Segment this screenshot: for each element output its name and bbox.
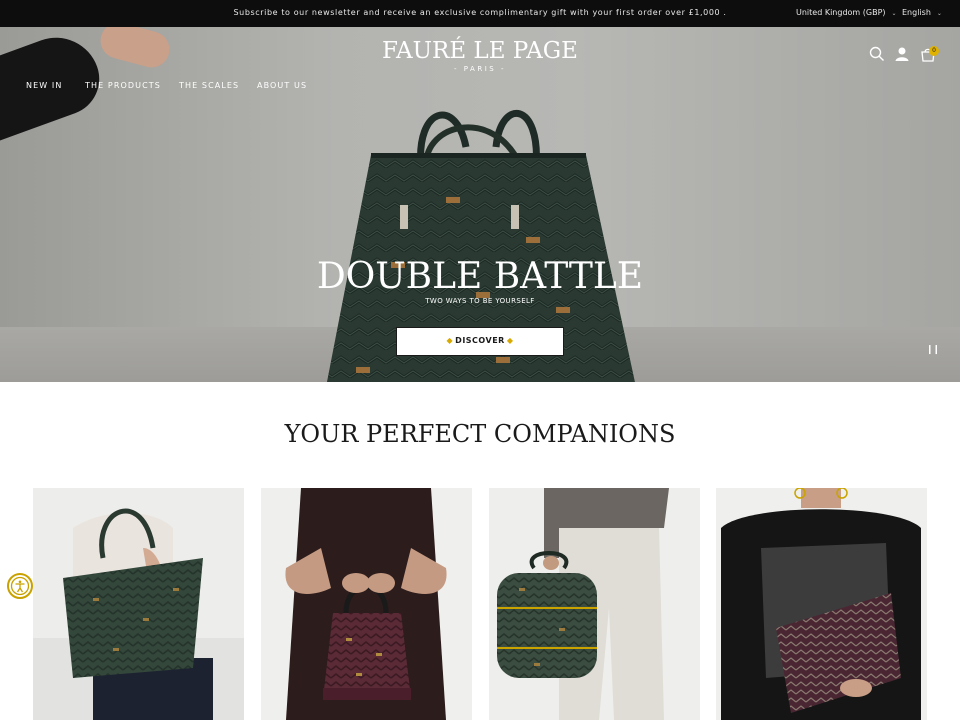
product-card-tote[interactable]	[33, 488, 244, 720]
nav-the-scales[interactable]: THE SCALES	[179, 81, 239, 90]
product-card-pouch[interactable]	[716, 488, 927, 720]
language-selector[interactable]: English ⌄	[902, 8, 942, 17]
region-selector[interactable]: United Kingdom (GBP) ⌄	[796, 8, 897, 17]
nav-new-in[interactable]: NEW IN	[26, 81, 62, 90]
discover-label: DISCOVER	[455, 336, 505, 345]
chevron-down-icon: ⌄	[936, 10, 942, 17]
brand-logo[interactable]: FAURÉ LE PAGE - PARIS -	[380, 38, 580, 73]
hero-subtitle: TWO WAYS TO BE YOURSELF	[425, 297, 535, 305]
section-title: YOUR PERFECT COMPANIONS	[284, 420, 676, 448]
logo-city: - PARIS -	[454, 65, 506, 73]
region-label: United Kingdom (GBP)	[796, 8, 886, 17]
nav-about-us[interactable]: ABOUT US	[257, 81, 307, 90]
pause-icon[interactable]: ❙❙	[926, 345, 940, 355]
nav-the-products[interactable]: THE PRODUCTS	[85, 81, 161, 90]
language-label: English	[902, 8, 931, 17]
hero-banner[interactable]: NEW IN THE PRODUCTS THE SCALES ABOUT US …	[0, 27, 960, 382]
account-icon[interactable]	[893, 45, 911, 63]
accessibility-icon	[10, 576, 30, 596]
product-card-duffle[interactable]	[489, 488, 700, 720]
discover-button[interactable]: ◆ DISCOVER ◆	[396, 327, 564, 356]
hero-title: DOUBLE BATTLE	[316, 256, 644, 297]
chevron-down-icon: ⌄	[891, 10, 897, 17]
logo-brand: FAURÉ LE PAGE	[382, 38, 578, 64]
diamond-right-icon: ◆	[506, 336, 514, 345]
accessibility-button[interactable]	[7, 573, 33, 599]
hero-hand-image	[96, 27, 174, 72]
search-icon[interactable]	[868, 45, 886, 63]
diamond-left-icon: ◆	[446, 336, 454, 345]
product-card-mini-tote[interactable]	[261, 488, 472, 720]
announcement-bar: Subscribe to our newsletter and receive …	[0, 0, 960, 27]
cart-count-badge: 0	[929, 46, 939, 56]
